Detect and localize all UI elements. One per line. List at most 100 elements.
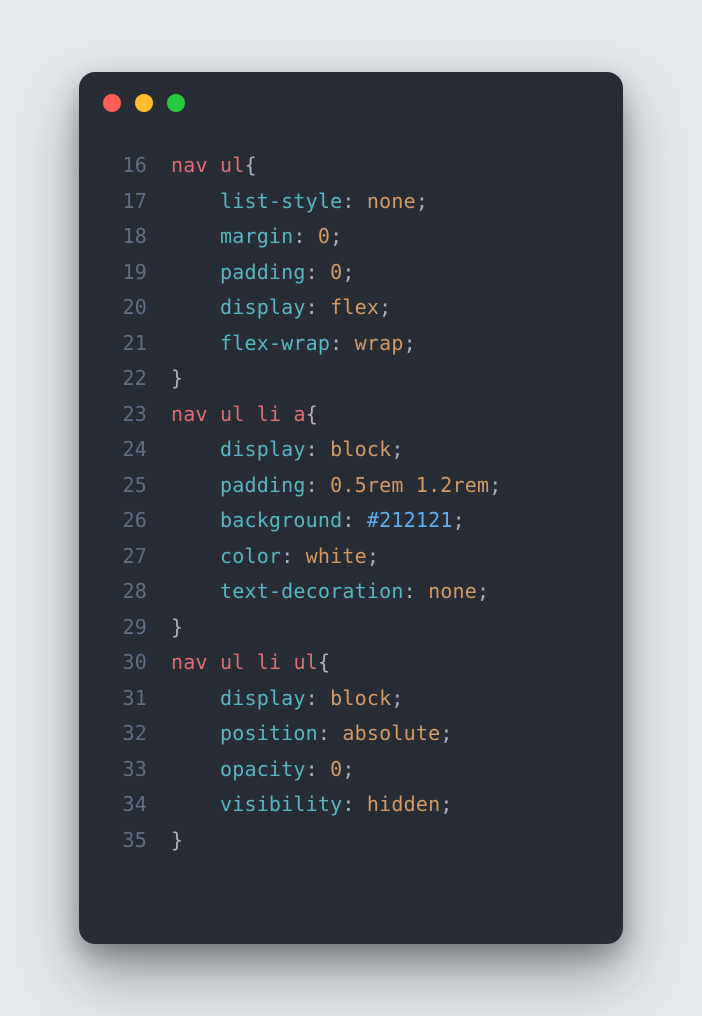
line-number: 31 <box>105 681 147 717</box>
code-line: 20 display: flex; <box>105 290 599 326</box>
line-number: 30 <box>105 645 147 681</box>
line-content: } <box>171 823 183 859</box>
token-punct: } <box>171 366 183 390</box>
token-val: block <box>330 437 391 461</box>
token-ident: #212121 <box>367 508 453 532</box>
close-icon[interactable] <box>103 94 121 112</box>
token-punct: : <box>293 224 317 248</box>
token-punct <box>171 721 220 745</box>
code-line: 31 display: block; <box>105 681 599 717</box>
token-punct <box>171 544 220 568</box>
token-punct: ; <box>391 437 403 461</box>
token-prop: background <box>220 508 342 532</box>
code-line: 23 nav ul li a{ <box>105 397 599 433</box>
line-content: color: white; <box>171 539 379 575</box>
token-prop: margin <box>220 224 293 248</box>
token-punct: : <box>342 189 366 213</box>
token-prop: padding <box>220 473 306 497</box>
token-val: white <box>306 544 367 568</box>
token-prop: display <box>220 686 306 710</box>
line-content: } <box>171 361 183 397</box>
code-line: 17 list-style: none; <box>105 184 599 220</box>
line-content: display: block; <box>171 432 404 468</box>
token-tag: a <box>293 402 305 426</box>
code-line: 34 visibility: hidden; <box>105 787 599 823</box>
line-number: 32 <box>105 716 147 752</box>
token-punct <box>171 686 220 710</box>
line-content: padding: 0; <box>171 255 355 291</box>
token-punct <box>244 650 256 674</box>
token-punct: } <box>171 615 183 639</box>
token-punct <box>171 331 220 355</box>
maximize-icon[interactable] <box>167 94 185 112</box>
code-editor[interactable]: 16nav ul{17 list-style: none;18 margin: … <box>79 134 623 882</box>
line-number: 35 <box>105 823 147 859</box>
line-content: nav ul{ <box>171 148 257 184</box>
minimize-icon[interactable] <box>135 94 153 112</box>
token-punct: { <box>318 650 330 674</box>
line-content: flex-wrap: wrap; <box>171 326 416 362</box>
token-punct: ; <box>330 224 342 248</box>
token-prop: opacity <box>220 757 306 781</box>
line-number: 34 <box>105 787 147 823</box>
line-content: visibility: hidden; <box>171 787 453 823</box>
line-number: 25 <box>105 468 147 504</box>
editor-window: 16nav ul{17 list-style: none;18 margin: … <box>79 72 623 944</box>
code-line: 29} <box>105 610 599 646</box>
code-line: 35} <box>105 823 599 859</box>
line-content: display: flex; <box>171 290 391 326</box>
window-titlebar <box>79 72 623 134</box>
token-tag: li <box>257 650 281 674</box>
token-punct: : <box>306 473 330 497</box>
code-line: 22} <box>105 361 599 397</box>
token-prop: position <box>220 721 318 745</box>
line-content: } <box>171 610 183 646</box>
token-punct: ; <box>416 189 428 213</box>
token-punct <box>208 153 220 177</box>
token-punct <box>171 508 220 532</box>
token-punct <box>171 224 220 248</box>
token-punct <box>171 189 220 213</box>
code-line: 28 text-decoration: none; <box>105 574 599 610</box>
token-punct <box>281 650 293 674</box>
token-punct <box>208 650 220 674</box>
line-number: 23 <box>105 397 147 433</box>
line-content: nav ul li a{ <box>171 397 318 433</box>
token-val: 0.5rem 1.2rem <box>330 473 489 497</box>
line-number: 17 <box>105 184 147 220</box>
token-tag: nav <box>171 402 208 426</box>
code-line: 33 opacity: 0; <box>105 752 599 788</box>
token-prop: text-decoration <box>220 579 404 603</box>
token-val: none <box>367 189 416 213</box>
line-number: 33 <box>105 752 147 788</box>
token-prop: visibility <box>220 792 342 816</box>
code-line: 16 nav ul{ <box>105 148 599 184</box>
line-content: nav ul li ul{ <box>171 645 330 681</box>
token-punct: } <box>171 828 183 852</box>
token-prop: display <box>220 437 306 461</box>
token-val: absolute <box>342 721 440 745</box>
line-content: display: block; <box>171 681 404 717</box>
line-number: 16 <box>105 148 147 184</box>
line-content: opacity: 0; <box>171 752 355 788</box>
token-punct: ; <box>440 721 452 745</box>
token-tag: nav <box>171 153 208 177</box>
token-punct: ; <box>489 473 501 497</box>
line-number: 19 <box>105 255 147 291</box>
token-punct <box>171 437 220 461</box>
token-punct: : <box>306 295 330 319</box>
token-punct <box>208 402 220 426</box>
token-val: wrap <box>355 331 404 355</box>
token-punct <box>171 260 220 284</box>
token-prop: display <box>220 295 306 319</box>
token-tag: ul <box>293 650 317 674</box>
token-punct <box>281 402 293 426</box>
token-val: hidden <box>367 792 440 816</box>
token-punct: : <box>342 792 366 816</box>
code-line: 32 position: absolute; <box>105 716 599 752</box>
token-punct: : <box>306 437 330 461</box>
token-punct: ; <box>391 686 403 710</box>
token-val: none <box>428 579 477 603</box>
line-content: position: absolute; <box>171 716 453 752</box>
token-punct: ; <box>379 295 391 319</box>
